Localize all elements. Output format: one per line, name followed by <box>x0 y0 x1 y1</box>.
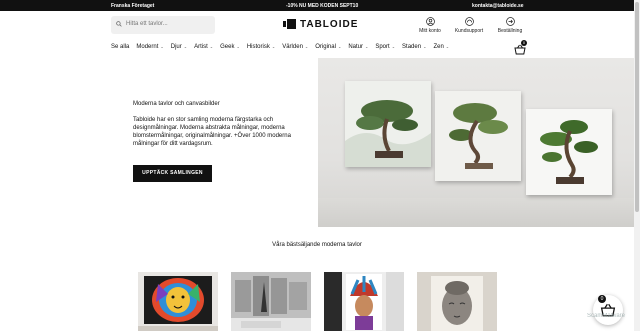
chevron-down-icon: ⌄ <box>271 44 276 49</box>
nav-item-geek[interactable]: Geek ⌄ <box>220 44 240 54</box>
nav-label: Se alla <box>111 44 130 50</box>
cart-count-badge: 0 <box>521 40 527 46</box>
order-arrow-icon <box>505 17 515 26</box>
nav-item-se-alla[interactable]: Se alla <box>111 44 129 54</box>
floating-cart-count: 0 <box>598 295 606 303</box>
product-card-chief[interactable] <box>324 272 404 331</box>
nav-item-original[interactable]: Original ⌄ <box>315 44 341 54</box>
chevron-down-icon: ⌄ <box>445 44 450 49</box>
scrollbar-thumb[interactable] <box>635 2 639 212</box>
hero-text-block: Moderna tavlor och canvasbilder Tabloide… <box>133 101 303 148</box>
nav-item-historisk[interactable]: Historisk ⌄ <box>247 44 275 54</box>
nav-label: Original <box>315 44 336 50</box>
order-link[interactable]: Beställning <box>490 17 530 34</box>
account-label: Mitt konto <box>419 28 441 34</box>
discover-collection-button[interactable]: UPPTÄCK SAMLINGEN <box>133 165 212 182</box>
cart-button[interactable]: 0 <box>514 40 528 56</box>
promo-text[interactable]: -10% NU MED KODEN SEPT10 <box>286 3 358 9</box>
order-label: Beställning <box>497 28 523 34</box>
chevron-down-icon: ⌄ <box>423 44 427 49</box>
chevron-down-icon: ⌄ <box>337 44 342 49</box>
nav-label: Staden <box>402 44 422 50</box>
hero-title: Moderna tavlor och canvasbilder <box>133 101 220 107</box>
headset-icon <box>464 17 474 26</box>
search-box[interactable]: Hitta ett tavlor... <box>111 16 215 34</box>
site-logo[interactable]: TABLOIDE <box>283 18 358 30</box>
bonsai-canvas-left <box>345 81 431 167</box>
nav-item-varlden[interactable]: Världen ⌄ <box>282 44 308 54</box>
user-icon <box>425 17 435 26</box>
nav-label: Sport <box>375 44 390 50</box>
page-scrollbar[interactable] <box>634 0 640 331</box>
nav-label: Djur <box>170 44 182 50</box>
support-link[interactable]: Kundsupport <box>449 17 489 34</box>
logo-text: TABLOIDE <box>300 18 359 30</box>
product-card-lion[interactable] <box>138 272 218 331</box>
search-input[interactable]: Hitta ett tavlor... <box>126 21 168 27</box>
search-icon <box>116 21 122 27</box>
chevron-down-icon: ⌄ <box>183 44 188 49</box>
nav-item-artist[interactable]: Artist ⌄ <box>194 44 213 54</box>
chevron-down-icon: ⌄ <box>209 44 214 49</box>
nav-item-modernt[interactable]: Modernt ⌄ <box>136 44 163 54</box>
nav-item-natur[interactable]: Natur ⌄ <box>348 44 368 54</box>
chevron-down-icon: ⌄ <box>304 44 309 49</box>
nav-label: Världen <box>282 44 303 50</box>
support-label: Kundsupport <box>454 28 484 34</box>
announcement-bar: Franska Företaget -10% NU MED KODEN SEPT… <box>0 0 634 11</box>
bestsellers-title: Våra bästsäljande moderna tavlor <box>272 242 362 248</box>
hero-floor <box>318 198 634 227</box>
hero-description: Tabloide har en stor samling moderna fär… <box>133 117 291 147</box>
nav-label: Zen <box>433 44 444 50</box>
logo-mark-icon <box>283 19 296 29</box>
chevron-down-icon: ⌄ <box>391 44 396 49</box>
product-card-eiffel[interactable] <box>231 272 311 331</box>
chevron-down-icon: ⌄ <box>160 44 164 49</box>
chevron-down-icon: ⌄ <box>364 44 369 49</box>
nav-label: Natur <box>348 44 363 50</box>
nav-item-zen[interactable]: Zen ⌄ <box>433 44 449 54</box>
nav-label: Historisk <box>246 44 270 50</box>
nav-item-staden[interactable]: Staden ⌄ <box>402 44 426 54</box>
nav-item-djur[interactable]: Djur ⌄ <box>171 44 187 54</box>
nav-item-sport[interactable]: Sport ⌄ <box>375 44 395 54</box>
company-name: Franska Företaget <box>111 3 155 9</box>
nav-label: Artist <box>194 44 208 50</box>
floating-cart-button[interactable]: 0 <box>593 295 623 325</box>
contact-email[interactable]: kontakta@tabloide.se <box>472 3 524 9</box>
nav-label: Geek <box>220 44 235 50</box>
hero-image <box>318 58 634 227</box>
bonsai-canvas-right <box>526 109 612 195</box>
watermark-text: ScamMalware <box>587 313 626 319</box>
chevron-down-icon: ⌄ <box>236 44 240 49</box>
product-card-buddha[interactable] <box>417 272 497 331</box>
bonsai-canvas-center <box>435 91 521 181</box>
main-nav: Se alla Modernt ⌄ Djur ⌄ Artist ⌄ Geek ⌄ His… <box>111 44 456 54</box>
account-link[interactable]: Mitt konto <box>410 17 450 34</box>
nav-label: Modernt <box>136 44 159 50</box>
